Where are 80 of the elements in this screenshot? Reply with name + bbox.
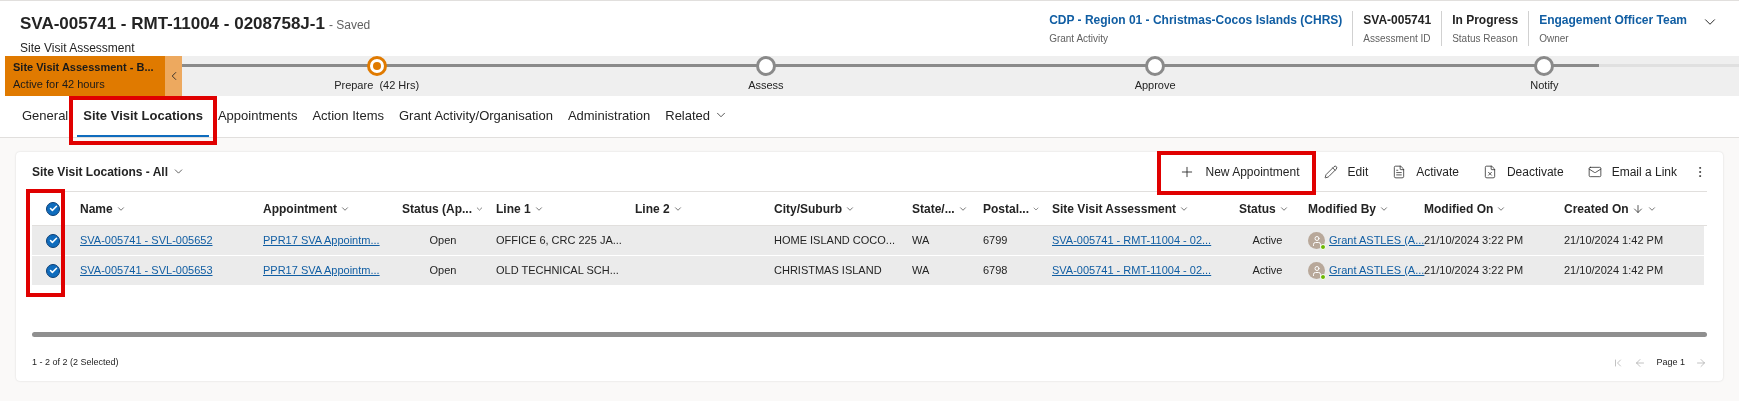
row-checkbox[interactable] <box>46 233 60 248</box>
tab[interactable]: Action Items <box>306 99 390 137</box>
header-field-label: Grant Activity <box>1049 32 1110 46</box>
header-field-label: Status Reason <box>1452 32 1519 46</box>
table-row[interactable]: SVA-005741 - SVL-005653 PPR17 SVA Appointm... Open OLD TECHNICAL SCH... CHRISTMAS ISLAND WA 6798 SVA-005741 - RMT-11004 - 02... Active Grant ASTLES (A...21/10/2024 3:22 PM 21/10/2024 1:42 PM <box>32 256 1704 286</box>
column-header[interactable]: City/Suburb <box>768 199 906 218</box>
tab[interactable]: Administration <box>561 99 657 137</box>
table-cell-text: 21/10/2024 1:42 PM <box>1564 263 1664 279</box>
column-header[interactable]: Postal... <box>977 199 1046 218</box>
column-header[interactable]: Status (Ap... <box>396 199 490 218</box>
command-button[interactable]: Deactivate <box>1474 156 1572 187</box>
column-header[interactable]: Status <box>1233 199 1302 218</box>
table-cell-text: 21/10/2024 1:42 PM <box>1564 233 1664 249</box>
link[interactable]: PPR17 SVA Appointm... <box>263 232 380 249</box>
process-stage[interactable]: Notify <box>1474 56 1615 94</box>
page-number: Page 1 <box>1656 356 1685 370</box>
pencil-icon <box>1323 164 1338 179</box>
link[interactable]: PPR17 SVA Appointm... <box>263 262 380 279</box>
save-status: - Saved <box>328 17 371 34</box>
column-header[interactable]: Modified On <box>1418 199 1558 218</box>
link[interactable]: Grant ASTLES (A... <box>1329 232 1425 249</box>
avatar-icon <box>1308 232 1325 249</box>
document-icon <box>1392 164 1407 179</box>
link[interactable]: SVA-005741 - SVL-005652 <box>80 232 213 249</box>
table-cell-text: OFFICE 6, CRC 225 JA... <box>496 233 622 249</box>
command-button[interactable]: Edit <box>1315 156 1377 187</box>
table-cell-text: 21/10/2024 3:22 PM <box>1424 233 1524 249</box>
table-cell-text: WA <box>912 263 930 279</box>
table-cell-text: WA <box>912 233 930 249</box>
header-field-label: Owner <box>1539 32 1570 46</box>
column-header[interactable]: Modified By <box>1302 199 1418 218</box>
record-title: SVA-005741 - RMT-11004 - 0208758J-1 <box>20 13 325 35</box>
process-stage[interactable]: Prepare (42 Hrs) <box>306 56 447 94</box>
table-cell-text: 6798 <box>983 263 1008 279</box>
column-header[interactable]: Name <box>74 199 257 218</box>
process-stage[interactable]: Approve <box>1085 56 1226 94</box>
process-stage[interactable]: Assess <box>695 56 836 94</box>
table-cell-text: Open <box>429 233 457 249</box>
table-cell-text: HOME ISLAND COCO... <box>774 233 896 249</box>
header-field-label: Assessment ID <box>1363 32 1432 46</box>
link[interactable]: SVA-005741 - RMT-11004 - 02... <box>1052 232 1212 249</box>
table-cell-text: Active <box>1252 233 1283 249</box>
tab[interactable]: Related <box>659 99 735 137</box>
active-stage-flyout[interactable]: Site Visit Assessment - B... Active for 42 hours <box>5 56 165 96</box>
table-row[interactable]: SVA-005741 - SVL-005652 PPR17 SVA Appointm... Open OFFICE 6, CRC 225 JA... HOME ISLAND COCO... WA 6799 SVA-005741 - RMT-11004 - 02... Active Grant ASTLES (A...21/10/2024 3:22 PM 21/10/2024 1:42 PM <box>32 226 1704 256</box>
table-cell-text: Active <box>1252 263 1283 279</box>
command-button[interactable]: New Appointment <box>1171 156 1308 187</box>
column-header[interactable]: Line 1 <box>490 199 629 218</box>
mail-icon <box>1587 164 1602 179</box>
avatar-icon <box>1308 262 1325 279</box>
horizontal-scrollbar[interactable] <box>32 332 1707 337</box>
column-header[interactable]: Line 2 <box>629 199 768 218</box>
table-cell-text: Open <box>429 263 457 279</box>
view-selector[interactable]: Site Visit Locations - All <box>32 162 186 181</box>
table-cell-text: CHRISTMAS ISLAND <box>774 263 882 279</box>
tab[interactable]: Site Visit Locations <box>77 99 209 137</box>
document-icon <box>1482 164 1497 179</box>
row-checkbox[interactable] <box>46 263 60 278</box>
link[interactable]: SVA-005741 - RMT-11004 - 02... <box>1052 262 1212 279</box>
entity-name: Site Visit Assessment <box>20 39 136 57</box>
column-header[interactable]: Appointment <box>257 199 396 218</box>
header-field-value: In Progress <box>1452 12 1519 29</box>
command-button[interactable]: Activate <box>1384 156 1467 187</box>
table-cell-text: 21/10/2024 3:22 PM <box>1424 263 1524 279</box>
tab[interactable]: General <box>16 99 75 137</box>
tab[interactable]: Grant Activity/Organisation <box>392 99 559 137</box>
column-header[interactable]: State/... <box>906 199 977 218</box>
table-cell-text: 6799 <box>983 233 1008 249</box>
header-field-value[interactable]: CDP - Region 01 - Christmas-Cocos Islands (CHRS) <box>1049 11 1343 29</box>
column-header[interactable]: Site Visit Assessment <box>1046 199 1233 218</box>
link[interactable]: SVA-005741 - SVL-005653 <box>80 262 213 279</box>
table-cell-text: OLD TECHNICAL SCH... <box>496 263 619 279</box>
link[interactable]: Grant ASTLES (A... <box>1329 262 1425 279</box>
record-count: 1 - 2 of 2 (2 Selected) <box>32 356 119 370</box>
tab[interactable]: Appointments <box>211 99 304 137</box>
row-checkbox[interactable] <box>46 201 60 216</box>
header-field-value[interactable]: Engagement Officer Team <box>1539 11 1687 29</box>
header-field-value: SVA-005741 <box>1363 12 1432 29</box>
column-header[interactable]: Created On <box>1558 199 1690 218</box>
command-button[interactable]: Email a Link <box>1579 156 1685 187</box>
